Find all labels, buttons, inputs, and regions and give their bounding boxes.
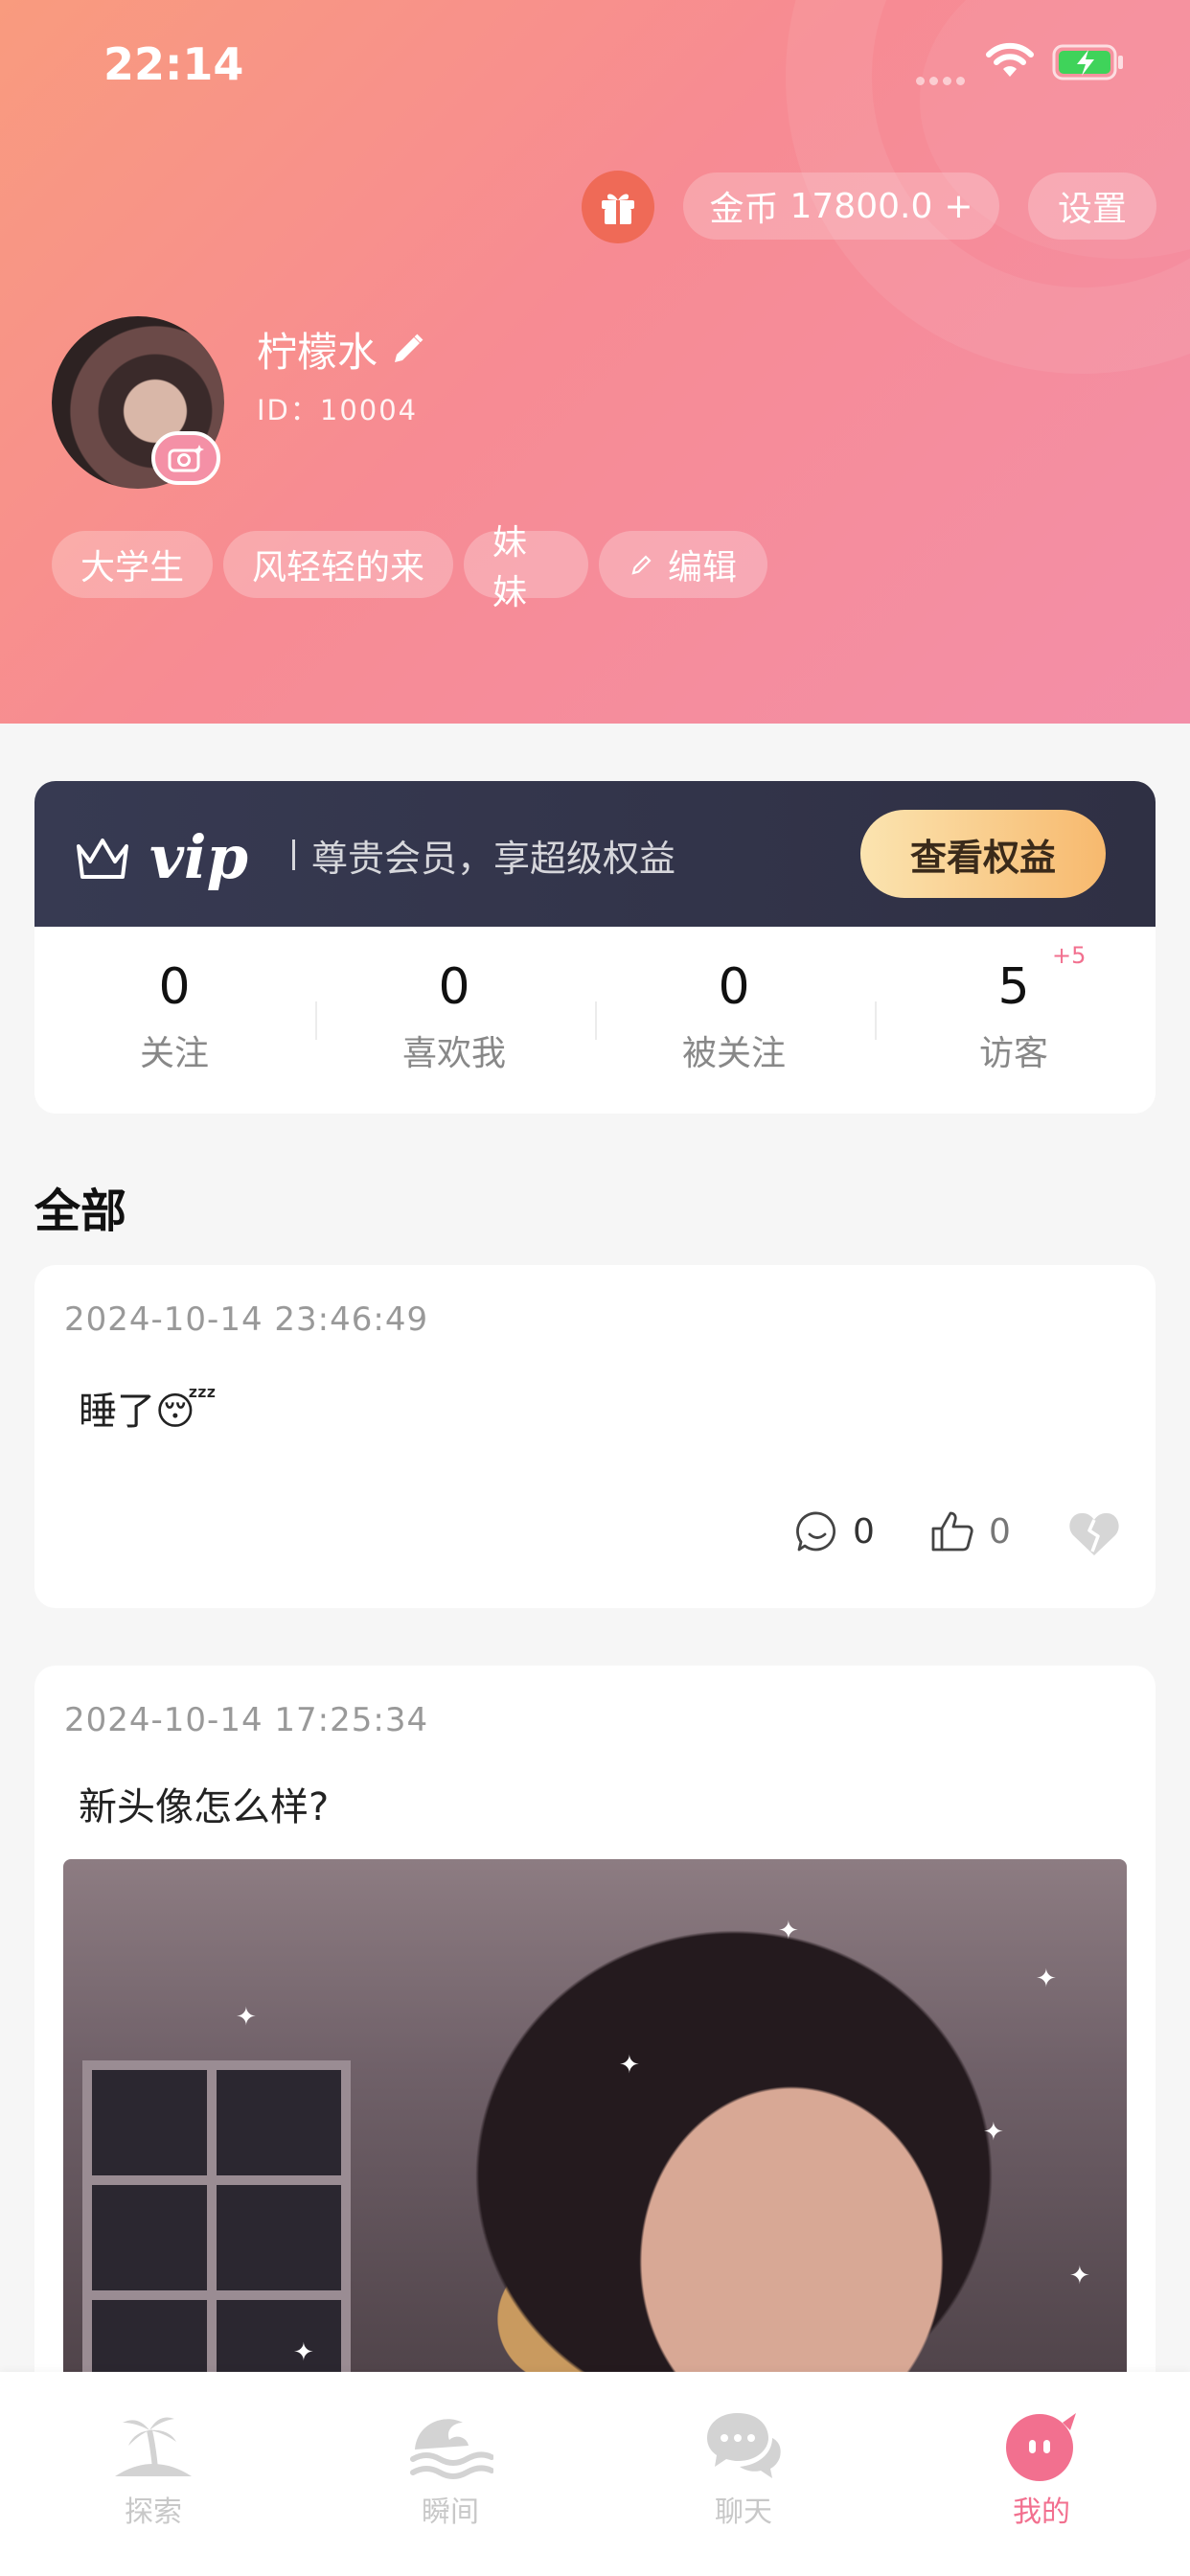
comment-count: 0 — [853, 1511, 875, 1552]
stat-label: 关注 — [139, 1034, 209, 1073]
change-avatar-button[interactable] — [151, 431, 220, 485]
post-time: 2024-10-14 17:25:34 — [64, 1701, 429, 1739]
coin-label: 金币 — [709, 190, 779, 229]
tab-label: 瞬间 — [422, 2496, 479, 2529]
thumbs-up-icon — [931, 1511, 973, 1552]
sparkle: ✦ — [1036, 1965, 1057, 1993]
sparkle: ✦ — [1069, 2262, 1090, 2290]
view-benefits-button[interactable]: 查看权益 — [860, 810, 1106, 898]
section-title: 全部 — [34, 1184, 127, 1238]
stat-likes-me[interactable]: 0 喜欢我 — [314, 958, 594, 1075]
chat-bubbles-icon — [707, 2413, 781, 2478]
tab-label: 我的 — [1013, 2496, 1070, 2529]
tab-chat[interactable]: 聊天 — [648, 2405, 839, 2530]
stat-visitors[interactable]: 5 访客 — [874, 958, 1154, 1075]
tab-label: 聊天 — [715, 2496, 772, 2529]
pencil-icon[interactable] — [389, 332, 425, 368]
stat-label: 被关注 — [681, 1034, 786, 1073]
status-time: 22:14 — [103, 38, 244, 90]
post-photo[interactable]: ✦ ✦ ✦ ✦ ✦ ✦ ✦ — [63, 1859, 1127, 2396]
nickname[interactable]: 柠檬水 — [257, 320, 425, 379]
stat-value: 5 — [997, 958, 1030, 1016]
stat-following[interactable]: 0 关注 — [34, 958, 314, 1075]
tab-label: 探索 — [125, 2496, 182, 2529]
sparkle: ✦ — [778, 1917, 799, 1945]
tab-explore[interactable]: 探索 — [57, 2405, 249, 2530]
dislike-heart-icon[interactable] — [1066, 1509, 1122, 1559]
tab-me[interactable]: 我的 — [946, 2405, 1137, 2530]
sparkle: ✦ — [236, 2003, 257, 2032]
vip-logo: vip — [73, 822, 248, 892]
post-time: 2024-10-14 23:46:49 — [64, 1300, 429, 1339]
coin-plus: + — [944, 186, 973, 226]
tag-label: 大学生 — [80, 548, 185, 587]
battery-charging-icon — [1052, 44, 1123, 80]
comment-button[interactable]: 0 — [795, 1509, 875, 1553]
vip-slogan: 尊贵会员，享超级权益 — [311, 838, 676, 880]
coin-balance-button[interactable]: 金币 17800.0 + — [683, 172, 999, 240]
settings-button[interactable]: 设置 — [1028, 172, 1156, 240]
settings-label: 设置 — [1057, 190, 1127, 229]
edit-tags-button[interactable]: 编辑 — [599, 531, 767, 598]
tag-chip: 妹妹 — [464, 523, 588, 612]
wifi-icon — [986, 42, 1034, 77]
vip-logo-text: vip — [149, 822, 248, 892]
camera-icon — [168, 445, 204, 472]
crown-icon — [77, 838, 128, 879]
gift-icon — [602, 194, 634, 224]
tag-label: 风轻轻的来 — [252, 548, 425, 587]
post-text: 新头像怎么样? — [79, 1785, 330, 1829]
pencil-icon — [631, 555, 652, 575]
stat-value: 0 — [718, 958, 750, 1016]
sparkle: ✦ — [983, 2118, 1004, 2147]
vip-divider — [292, 840, 295, 870]
tag-chip: 风轻轻的来 — [223, 531, 453, 598]
sparkle: ✦ — [619, 2051, 640, 2080]
post-text: 睡了😴 — [79, 1390, 217, 1434]
sparkle: ✦ — [293, 2338, 314, 2367]
tab-moments[interactable]: 瞬间 — [355, 2405, 546, 2530]
stat-label: 访客 — [978, 1034, 1048, 1073]
comment-icon — [796, 1511, 835, 1552]
gift-button[interactable] — [582, 171, 654, 243]
coin-amount: 17800.0 — [790, 186, 933, 226]
stat-label: 喜欢我 — [401, 1034, 506, 1073]
me-face-icon — [1006, 2413, 1076, 2481]
user-id: ID：10004 — [257, 394, 419, 426]
view-benefits-label: 查看权益 — [909, 836, 1056, 879]
nickname-text: 柠檬水 — [257, 329, 378, 376]
stat-value: 0 — [158, 958, 191, 1016]
edit-label: 编辑 — [667, 548, 737, 587]
tag-chip: 大学生 — [52, 531, 213, 598]
stat-value: 0 — [438, 958, 470, 1016]
tag-label: 妹妹 — [492, 523, 528, 612]
like-button[interactable]: 0 — [929, 1509, 1011, 1553]
signal-icon — [916, 71, 970, 85]
stat-followers[interactable]: 0 被关注 — [594, 958, 874, 1075]
island-icon — [115, 2417, 192, 2476]
visitor-new-badge: +5 — [1052, 942, 1087, 969]
like-count: 0 — [989, 1511, 1011, 1552]
wave-icon — [410, 2419, 493, 2479]
